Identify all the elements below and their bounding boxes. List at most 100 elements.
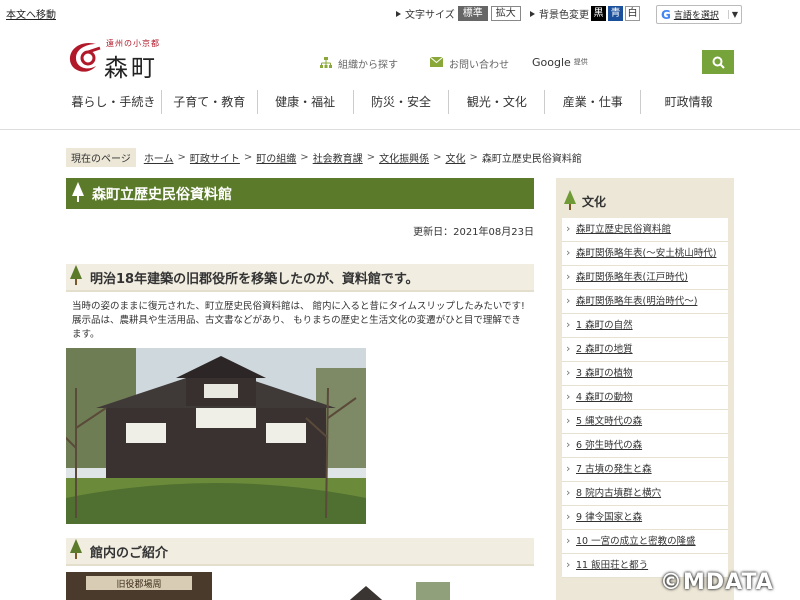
org-search-label: 組織から探す	[338, 60, 398, 71]
nav-item-industry[interactable]: 産業・仕事	[545, 90, 642, 114]
site-search: Google 提供	[532, 50, 734, 74]
tree-icon	[564, 189, 576, 213]
logo-mark-icon	[69, 42, 101, 72]
breadcrumb-link-org[interactable]: 町の組織	[256, 150, 296, 165]
bg-white-button[interactable]: 白	[625, 6, 640, 21]
bg-blue-button[interactable]: 青	[608, 6, 623, 21]
sidebar-item[interactable]: 6 弥生時代の森	[562, 434, 728, 458]
sidebar-item[interactable]: 4 森町の動物	[562, 386, 728, 410]
org-chart-icon	[320, 56, 332, 71]
contact-label: お問い合わせ	[449, 60, 509, 71]
breadcrumb-link-gov-site[interactable]: 町政サイト	[190, 150, 240, 165]
sidebar-title-text: 文化	[582, 194, 607, 209]
font-size-control: 文字サイズ 標準 拡大	[396, 6, 521, 21]
sidebar-item[interactable]: 9 律令国家と森	[562, 506, 728, 530]
sidebar-item-label: 森町関係略年表(江戸時代)	[576, 272, 688, 283]
section-heading-text: 明治18年建築の旧郡役所を移築したのが、資料館です。	[90, 271, 419, 287]
nav-item-government[interactable]: 町政情報	[641, 90, 736, 114]
breadcrumb-link-culture[interactable]: 文化	[445, 150, 465, 165]
sidebar-item-label: 7 古墳の発生と森	[576, 464, 652, 475]
search-brand: Google	[532, 55, 571, 69]
breadcrumb-current: 森町立歴史民俗資料館	[481, 154, 582, 165]
interior-photos: 旧役郡場周	[66, 572, 534, 600]
search-button[interactable]	[702, 50, 734, 74]
section-heading: 館内のご紹介	[66, 538, 534, 566]
sidebar-item[interactable]: 8 院内古墳群と横穴	[562, 482, 728, 506]
sidebar-item[interactable]: 2 森町の地質	[562, 338, 728, 362]
font-size-label: 文字サイズ	[405, 10, 455, 21]
org-search-link[interactable]: 組織から探す	[320, 56, 398, 71]
sidebar-item-label: 森町立歴史民俗資料館	[576, 224, 672, 235]
skip-to-content-link[interactable]: 本文へ移動	[6, 6, 56, 21]
search-icon	[712, 56, 725, 69]
search-input[interactable]: Google 提供	[532, 50, 702, 74]
site-logo[interactable]: 遠州の小京都 森町	[66, 36, 176, 82]
nav-item-tourism[interactable]: 観光・文化	[449, 90, 546, 114]
page-title: 森町立歴史民俗資料館	[92, 186, 232, 203]
page-title-bar: 森町立歴史民俗資料館	[66, 178, 534, 209]
breadcrumb-link-education[interactable]: 社会教育課	[313, 150, 363, 165]
watermark: ©MDATA	[660, 570, 774, 595]
sidebar-item[interactable]: 3 森町の植物	[562, 362, 728, 386]
tree-icon	[70, 265, 82, 289]
language-select[interactable]: G 言語を選択 ▼	[656, 5, 742, 24]
sidebar-item[interactable]: 7 古墳の発生と森	[562, 458, 728, 482]
sidebar-item-label: 11 飯田荘と都う	[576, 560, 649, 571]
nav-item-health[interactable]: 健康・福祉	[258, 90, 354, 114]
mail-icon	[429, 56, 444, 70]
top-utility-bar: 本文へ移動 文字サイズ 標準 拡大 背景色変更 黒 青 白 G 言語を選択 ▼	[0, 0, 800, 28]
breadcrumb-link-culture-section[interactable]: 文化振興係	[379, 150, 429, 165]
section-heading-text: 館内のご紹介	[90, 545, 169, 561]
global-nav: 暮らし・手続き 子育て・教育 健康・福祉 防災・安全 観光・文化 産業・仕事 町…	[0, 90, 800, 130]
sidebar: 文化 森町立歴史民俗資料館 森町関係略年表(～安土桃山時代) 森町関係略年表(江…	[556, 178, 734, 600]
bg-color-control: 背景色変更 黒 青 白	[530, 6, 640, 21]
sidebar-item[interactable]: 森町関係略年表(明治時代～)	[562, 290, 728, 314]
sidebar-item[interactable]: 5 縄文時代の森	[562, 410, 728, 434]
museum-building-photo	[55, 348, 366, 524]
chevron-right-icon: >	[300, 152, 309, 163]
sidebar-item-label: 4 森町の動物	[576, 392, 633, 403]
sidebar-item-label: 森町関係略年表(～安土桃山時代)	[576, 248, 717, 259]
site-header: 遠州の小京都 森町 組織から探す お問い合わせ Google 提供	[0, 28, 800, 90]
language-select-label: 言語を選択	[673, 11, 719, 21]
sidebar-item[interactable]: 森町立歴史民俗資料館	[562, 218, 728, 242]
sidebar-item[interactable]: 1 森町の自然	[562, 314, 728, 338]
signboard-text: 旧役郡場周	[116, 578, 161, 590]
search-brand-suffix: 提供	[573, 58, 588, 66]
bg-black-button[interactable]: 黒	[591, 6, 606, 21]
tree-icon	[70, 539, 82, 563]
font-size-standard-button[interactable]: 標準	[457, 6, 488, 21]
sidebar-item-label: 森町関係略年表(明治時代～)	[576, 296, 698, 307]
chevron-right-icon: >	[366, 152, 376, 163]
chevron-right-icon: >	[177, 152, 186, 163]
sidebar-item-label: 3 森町の植物	[576, 368, 633, 379]
triangle-icon	[530, 10, 535, 17]
bg-color-label: 背景色変更	[539, 10, 589, 21]
chevron-right-icon: >	[243, 152, 253, 163]
sidebar-item[interactable]: 森町関係略年表(～安土桃山時代)	[562, 242, 728, 266]
sidebar-item-label: 10 一宮の成立と密教の隆盛	[576, 536, 696, 547]
main-content: 森町立歴史民俗資料館 更新日：2021年08月23日 明治18年建築の旧郡役所を…	[55, 178, 534, 600]
sidebar-item-label: 1 森町の自然	[576, 320, 633, 331]
breadcrumb: 現在のページ ホーム > 町政サイト > 町の組織 > 社会教育課 > 文化振興係 > 文…	[66, 148, 582, 167]
sidebar-item[interactable]: 10 一宮の成立と密教の隆盛	[562, 530, 728, 554]
nav-item-childcare[interactable]: 子育て・教育	[162, 90, 258, 114]
breadcrumb-link-home[interactable]: ホーム	[144, 150, 174, 165]
tree-icon	[72, 181, 84, 206]
section-body-text: 当時の姿のままに復元された、町立歴史民俗資料館は、 館内に入ると昔にタイムスリッ…	[72, 301, 525, 340]
sidebar-list: 森町立歴史民俗資料館 森町関係略年表(～安土桃山時代) 森町関係略年表(江戸時代…	[562, 218, 728, 578]
sidebar-item-label: 2 森町の地質	[576, 344, 633, 355]
sidebar-item-label: 8 院内古墳群と横穴	[576, 488, 662, 499]
nav-item-safety[interactable]: 防災・安全	[354, 90, 450, 114]
google-icon: G	[661, 7, 671, 22]
nav-item-living[interactable]: 暮らし・手続き	[66, 90, 162, 114]
font-size-large-button[interactable]: 拡大	[490, 6, 521, 21]
updated-date: 更新日：2021年08月23日	[413, 227, 534, 238]
sidebar-item[interactable]: 森町関係略年表(江戸時代)	[562, 266, 728, 290]
dropdown-arrow-icon: ▼	[727, 10, 741, 19]
chevron-right-icon: >	[469, 152, 478, 163]
sidebar-item-label: 5 縄文時代の森	[576, 416, 643, 427]
sidebar-item-label: 9 律令国家と森	[576, 512, 643, 523]
contact-link[interactable]: お問い合わせ	[429, 56, 509, 71]
sidebar-title: 文化	[562, 188, 728, 214]
